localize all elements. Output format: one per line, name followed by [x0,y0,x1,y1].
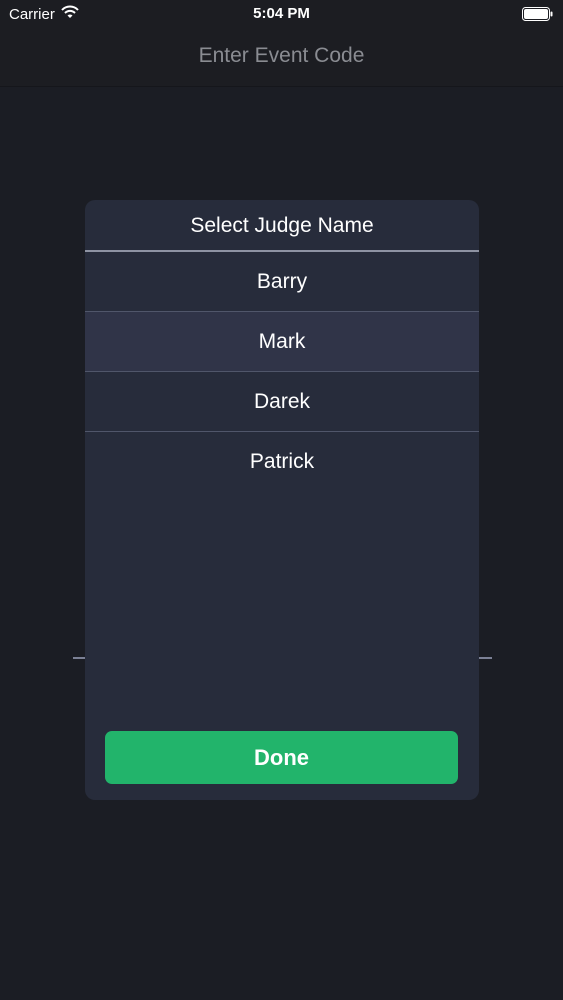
status-bar: Carrier 5:04 PM [0,0,563,28]
judge-option-patrick[interactable]: Patrick [85,432,479,491]
done-button[interactable]: Done [105,731,458,784]
judge-list: Barry Mark Darek Patrick [85,252,479,491]
nav-title: Enter Event Code [198,44,365,67]
battery-icon [522,7,554,21]
judge-option-darek[interactable]: Darek [85,372,479,432]
input-underline-right [478,657,492,659]
status-time: 5:04 PM [253,5,310,22]
nav-bar: Enter Event Code [0,28,563,87]
judge-option-barry[interactable]: Barry [85,252,479,312]
modal-title: Select Judge Name [85,200,479,252]
judge-option-mark[interactable]: Mark [85,312,479,372]
judge-select-modal: Select Judge Name Barry Mark Darek Patri… [85,200,479,800]
